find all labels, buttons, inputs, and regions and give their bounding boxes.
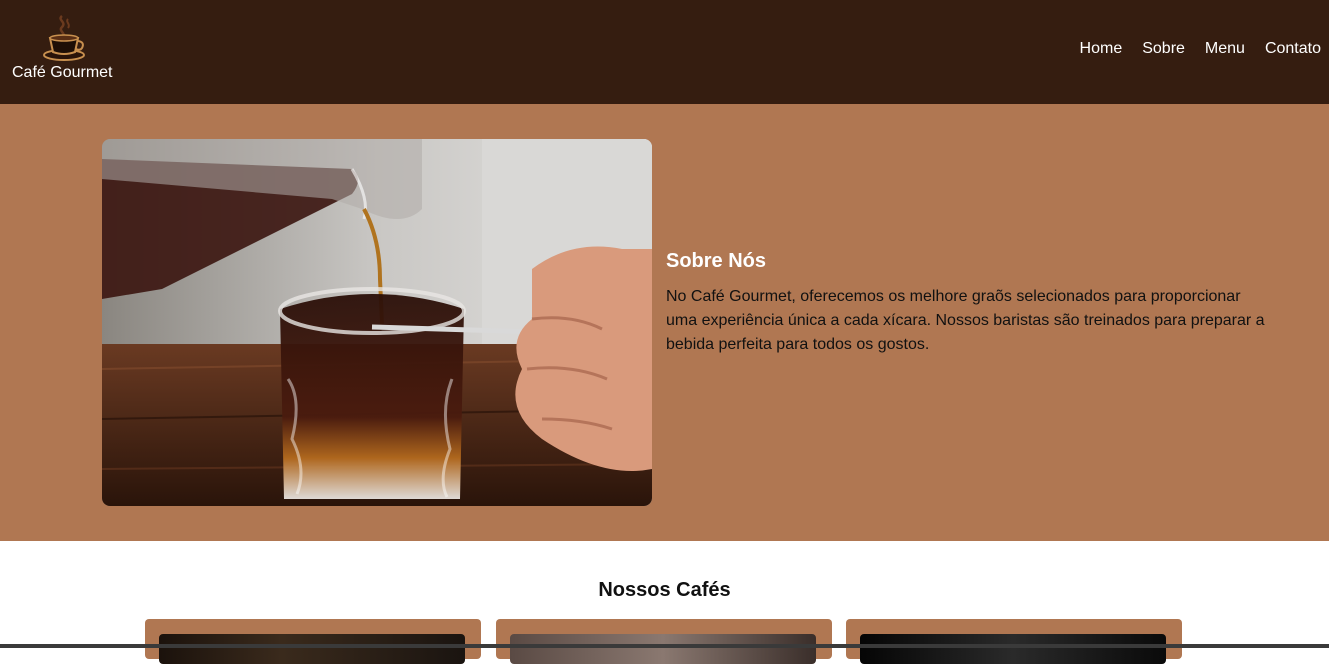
coffee-card-image bbox=[510, 634, 816, 664]
main-nav: Home Sobre Menu Contato bbox=[1080, 38, 1321, 60]
nav-link-sobre[interactable]: Sobre bbox=[1142, 38, 1185, 60]
about-text: Sobre Nós No Café Gourmet, oferecemos os… bbox=[666, 250, 1276, 357]
brand-logo[interactable]: Café Gourmet bbox=[12, 12, 116, 88]
coffee-card-image bbox=[159, 634, 465, 664]
nav-link-contato[interactable]: Contato bbox=[1265, 38, 1321, 60]
coffees-title: Nossos Cafés bbox=[598, 579, 731, 601]
coffee-pour-image bbox=[102, 139, 652, 506]
about-section: Sobre Nós No Café Gourmet, oferecemos os… bbox=[0, 104, 1329, 541]
coffee-cup-icon bbox=[43, 15, 85, 61]
about-photo bbox=[102, 139, 652, 506]
coffee-card[interactable] bbox=[145, 619, 481, 664]
brand-name: Café Gourmet bbox=[12, 64, 113, 81]
horizontal-scrollbar[interactable] bbox=[0, 644, 1329, 648]
coffee-card[interactable] bbox=[496, 619, 832, 664]
nav-link-home[interactable]: Home bbox=[1080, 38, 1123, 60]
site-header: Café Gourmet Home Sobre Menu Contato bbox=[0, 0, 1329, 104]
nav-link-menu[interactable]: Menu bbox=[1205, 38, 1245, 60]
coffee-card-image bbox=[860, 634, 1166, 664]
coffee-card[interactable] bbox=[846, 619, 1182, 664]
about-description: No Café Gourmet, oferecemos os melhore g… bbox=[666, 288, 1265, 353]
about-title: Sobre Nós bbox=[666, 250, 767, 272]
